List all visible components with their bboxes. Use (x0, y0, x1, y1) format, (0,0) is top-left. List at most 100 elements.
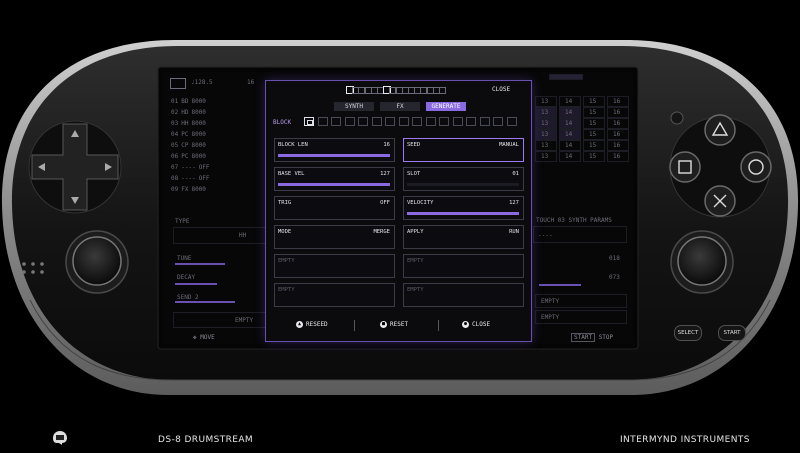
param-name: TRIG (278, 200, 292, 206)
block-slot[interactable] (452, 117, 463, 126)
block-slot[interactable] (506, 117, 517, 126)
track-row[interactable]: 07 ---- OFF (171, 164, 210, 171)
reset-button[interactable]: ■ RESET (380, 321, 408, 328)
track-id: 09 (171, 186, 179, 193)
footer-divider (438, 320, 439, 331)
track-pattern: 8000 (191, 98, 206, 105)
block-slot[interactable] (493, 117, 503, 126)
track-row[interactable]: 08 ---- OFF (171, 175, 210, 182)
block-slot[interactable] (331, 117, 341, 126)
track-id: 03 (171, 120, 179, 127)
reseed-button[interactable]: ▲ RESEED (296, 321, 328, 328)
step-label: 13 (541, 142, 549, 149)
block-slot[interactable] (425, 117, 436, 126)
empty-param-slot[interactable]: EMPTY (274, 283, 395, 307)
param-name: SLOT (407, 171, 421, 177)
param-block-len[interactable]: BLOCK LEN 16 (274, 138, 395, 162)
type-label: TYPE (175, 218, 190, 225)
empty-param-slot[interactable]: EMPTY (274, 254, 395, 278)
track-pattern: 8000 (191, 153, 206, 160)
type-field[interactable] (173, 227, 267, 244)
block-slot[interactable] (344, 117, 355, 126)
track-id: 05 (171, 142, 179, 149)
menu-icon[interactable] (170, 78, 186, 89)
track-row[interactable]: 02 HD 8000 (171, 109, 206, 116)
param-name: VELOCITY (407, 200, 434, 206)
step-label: 13 (541, 120, 549, 127)
block-slot[interactable] (412, 117, 422, 126)
stage: SELECT START ♩128.5 16 01 BD 8000 02 HD 8000 0… (0, 0, 800, 453)
param-value: MANUAL (499, 142, 519, 148)
start-button[interactable]: START (718, 325, 746, 341)
empty-param-slot[interactable]: EMPTY (403, 283, 524, 307)
step-label: 14 (565, 153, 573, 160)
track-row[interactable]: 05 CP 8000 (171, 142, 206, 149)
track-id: 08 (171, 175, 179, 182)
track-row[interactable]: 01 BD 8000 (171, 98, 206, 105)
select-button[interactable]: SELECT (674, 325, 702, 341)
track-id: 04 (171, 131, 179, 138)
decay-bar[interactable] (175, 283, 217, 285)
track-name: FX (181, 186, 189, 193)
param-value: 127 (380, 171, 390, 177)
param-velocity[interactable]: VELOCITY 127 (403, 196, 524, 220)
param-slot[interactable]: SLOT 01 (403, 167, 524, 191)
step-label: 16 (613, 142, 621, 149)
param-trig[interactable]: TRIG OFF (274, 196, 395, 220)
block-slot[interactable] (385, 117, 395, 126)
tab-fx[interactable]: FX (380, 102, 420, 111)
track-row[interactable]: 06 PC 8000 (171, 153, 206, 160)
close-dialog-button[interactable]: ● CLOSE (462, 321, 490, 328)
param-slider[interactable] (278, 183, 390, 186)
block-slot[interactable] (479, 117, 490, 126)
step-label: 14 (565, 109, 573, 116)
param-apply[interactable]: APPLY RUN (403, 225, 524, 249)
block-slot[interactable] (466, 117, 476, 126)
block-slot[interactable] (317, 117, 328, 126)
track-name: HD (181, 109, 189, 116)
square-icon: ■ (380, 321, 387, 328)
param-value: 01 (512, 171, 519, 177)
empty-param-slot[interactable]: EMPTY (403, 254, 524, 278)
track-row[interactable]: 09 FX 8000 (171, 186, 206, 193)
track-id: 07 (171, 164, 179, 171)
block-slot[interactable] (358, 117, 368, 126)
param-value: OFF (380, 200, 390, 206)
step-label: 15 (589, 109, 597, 116)
track-row[interactable]: 03 HH 8000 (171, 120, 206, 127)
tab-generate[interactable]: GENERATE (426, 102, 466, 111)
track-id: 02 (171, 109, 179, 116)
track-pattern: 8000 (191, 186, 206, 193)
param-slider[interactable] (407, 212, 519, 215)
step-label: 14 (565, 120, 573, 127)
track-pattern: OFF (198, 175, 210, 182)
param-seed[interactable]: SEED MANUAL (403, 138, 524, 162)
block-slot[interactable] (398, 117, 409, 126)
tune-value: 018 (609, 255, 620, 262)
param-slider[interactable] (407, 183, 519, 186)
block-label: BLOCK (273, 119, 292, 126)
close-button[interactable]: CLOSE (492, 86, 510, 93)
step-label: 13 (541, 98, 549, 105)
param-base-vel[interactable]: BASE VEL 127 (274, 167, 395, 191)
param-value: MERGE (373, 229, 390, 235)
type-value: HH (239, 232, 247, 239)
track-pattern: 8000 (191, 109, 206, 116)
track-row[interactable]: 04 PC 8000 (171, 131, 206, 138)
param-name: EMPTY (407, 287, 424, 293)
tab-synth[interactable]: SYNTH (334, 102, 374, 111)
block-slot[interactable] (371, 117, 382, 126)
track-pattern: 8000 (191, 120, 206, 127)
tune-bar[interactable] (175, 263, 225, 265)
block-slot[interactable] (439, 117, 449, 126)
param-mode[interactable]: MODE MERGE (274, 225, 395, 249)
footer-divider (354, 320, 355, 331)
block-slot[interactable] (304, 117, 314, 126)
step-label: 13 (541, 153, 549, 160)
send-bar[interactable] (175, 301, 235, 303)
step-label: 16 (613, 153, 621, 160)
track-pattern: 8000 (191, 142, 206, 149)
param-slider[interactable] (278, 154, 390, 157)
param-name: BLOCK LEN (278, 142, 308, 148)
step-label: 16 (613, 120, 621, 127)
